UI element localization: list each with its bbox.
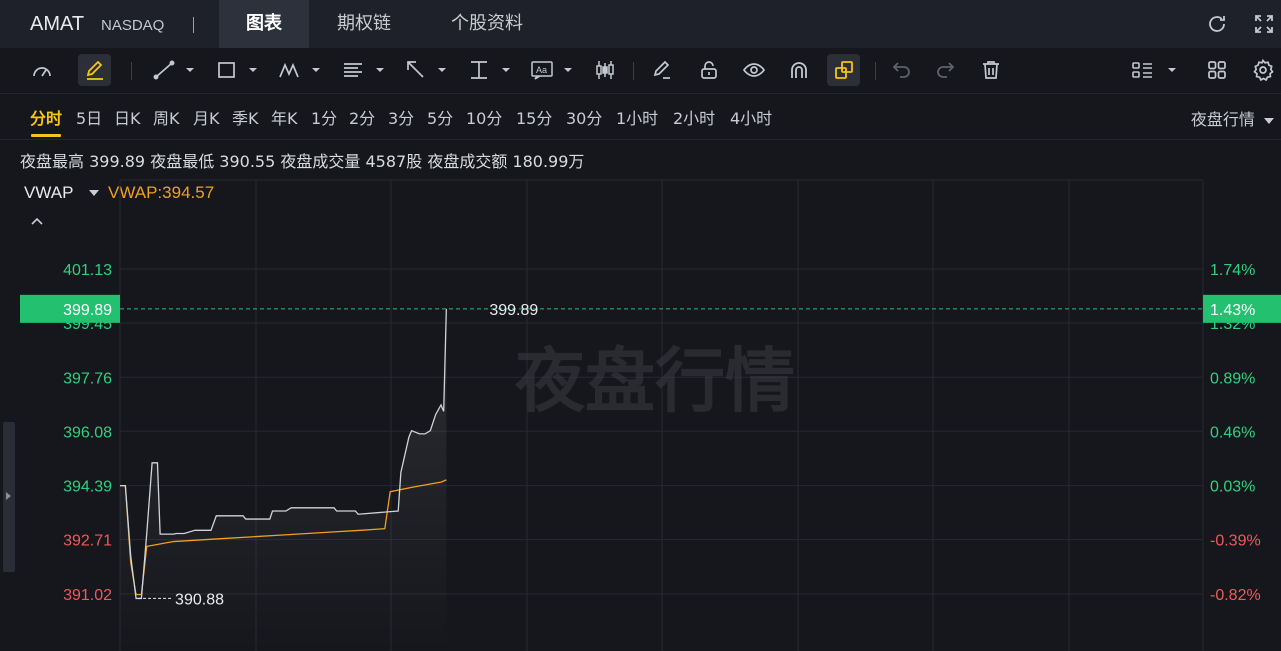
period-5d[interactable]: 5日 (76, 105, 102, 129)
pattern-icon[interactable] (276, 54, 324, 86)
fibonacci-icon[interactable] (340, 54, 388, 86)
arrow-icon[interactable] (402, 54, 450, 86)
chevron-down-icon[interactable] (89, 190, 99, 196)
price-area (120, 308, 447, 651)
period-selector: 分时 5日 日K 周K 月K 季K 年K 1分 2分 3分 5分 10分 15分… (0, 94, 1281, 140)
exchange-name: NASDAQ (101, 17, 165, 34)
period-daily[interactable]: 日K (114, 105, 141, 129)
current-pct-badge (1203, 294, 1281, 323)
high-label: 夜盘最高 (20, 152, 85, 171)
vwap-value: VWAP:394.57 (108, 183, 215, 202)
drawing-toolbar: Aa (0, 48, 1281, 94)
chart-watermark: 夜盘行情 (514, 340, 795, 422)
chart-series (120, 308, 447, 651)
turnover-label: 夜盘成交额 (427, 152, 508, 171)
y-tick-pct-label: -0.39% (1210, 533, 1261, 550)
grid-icon[interactable] (1201, 54, 1233, 86)
toolbar-divider (633, 62, 634, 80)
candlestick-icon[interactable] (590, 54, 620, 86)
eye-icon[interactable] (738, 54, 770, 86)
y-tick-pct-label: 0.46% (1210, 424, 1255, 441)
period-30min[interactable]: 30分 (566, 105, 602, 129)
y-tick-pct-label: 0.89% (1210, 370, 1255, 387)
y-tick-label: 399.45 (63, 316, 112, 333)
price-line (120, 308, 447, 600)
y-tick-label: 396.08 (63, 424, 112, 441)
turnover-value: 180.99万 (512, 152, 585, 171)
session-stats: 夜盘最高 399.89 夜盘最低 390.55 夜盘成交量 4587股 夜盘成交… (20, 148, 584, 172)
header-divider (193, 17, 194, 33)
text-tool-label: Aa (536, 65, 547, 75)
y-tick-label: 401.13 (63, 262, 112, 279)
lock-icon[interactable] (693, 54, 725, 86)
period-2hour[interactable]: 2小时 (673, 105, 715, 129)
y-tick-pct-label: 1.32% (1210, 316, 1255, 333)
period-intraday[interactable]: 分时 (30, 105, 62, 137)
eraser-icon[interactable] (646, 54, 678, 86)
period-10min[interactable]: 10分 (466, 105, 502, 129)
link-mode-icon[interactable] (827, 54, 860, 86)
chart-grid (119, 179, 1204, 651)
current-pct-label: 1.43% (1210, 302, 1255, 319)
ticker-symbol: AMAT (30, 13, 85, 35)
vwap-line (120, 479, 447, 596)
tab-chart[interactable]: 图表 (219, 0, 309, 48)
period-2min[interactable]: 2分 (349, 105, 375, 129)
session-dropdown[interactable]: 夜盘行情 (1191, 106, 1274, 130)
period-15min[interactable]: 15分 (516, 105, 552, 129)
period-1min[interactable]: 1分 (311, 105, 337, 129)
current-price-label: 399.89 (63, 302, 112, 319)
period-3min[interactable]: 3分 (388, 105, 414, 129)
settings-icon[interactable] (1248, 54, 1278, 86)
y-tick-pct-label: -0.82% (1210, 587, 1261, 604)
session-select-label: 夜盘行情 (1190, 110, 1255, 129)
rectangle-icon[interactable] (213, 54, 261, 86)
y-tick-label: 397.76 (63, 370, 112, 387)
y-tick-label: 392.71 (63, 533, 112, 550)
redo-icon[interactable] (930, 54, 960, 86)
current-price-badge (20, 294, 120, 323)
period-monthly[interactable]: 月K (193, 105, 220, 129)
fullscreen-icon[interactable] (1251, 12, 1277, 38)
period-5min[interactable]: 5分 (427, 105, 453, 129)
indicator-selector[interactable]: VWAP (24, 183, 73, 203)
y-tick-label: 391.02 (63, 587, 112, 604)
magnet-icon[interactable] (783, 54, 815, 86)
volume-value: 4587股 (365, 152, 423, 171)
top-bar: AMAT NASDAQ 图表 期权链 个股资料 (0, 0, 1281, 48)
period-4hour[interactable]: 4小时 (730, 105, 772, 129)
refresh-icon[interactable] (1204, 12, 1230, 38)
y-tick-pct-label: 0.03% (1210, 479, 1255, 496)
volume-label: 夜盘成交量 (280, 152, 361, 171)
undo-icon[interactable] (887, 54, 917, 86)
toolbar-divider (875, 62, 876, 80)
measure-icon[interactable] (466, 54, 514, 86)
y-tick-pct-label: 1.74% (1210, 262, 1255, 279)
trash-icon[interactable] (976, 54, 1006, 86)
indicator-gauge-icon[interactable] (26, 54, 58, 86)
high-value: 399.89 (89, 152, 146, 171)
high-price-annotation: 399.89 (489, 302, 538, 319)
low-price-annotation: 390.88 (175, 591, 224, 608)
collapse-chevron-icon[interactable] (30, 214, 44, 230)
period-weekly[interactable]: 周K (153, 105, 180, 129)
chart-annotations: 399.89 1.43% 399.89 390.88 (20, 294, 1281, 608)
tab-company-profile[interactable]: 个股资料 (432, 0, 542, 48)
y-tick-label: 394.39 (63, 479, 112, 496)
toolbar-divider (131, 62, 132, 80)
text-annotation-icon[interactable]: Aa (528, 54, 576, 86)
side-panel-handle[interactable] (3, 422, 15, 572)
chevron-down-icon (1264, 117, 1274, 124)
layout-list-icon[interactable] (1128, 54, 1180, 86)
period-1hour[interactable]: 1小时 (616, 105, 658, 129)
low-label: 夜盘最低 (150, 152, 215, 171)
trend-line-icon[interactable] (150, 54, 198, 86)
y-axis-ticks: 401.13 1.74% 399.45 1.32% 397.76 0.89% 396.08 0… (63, 262, 1261, 604)
low-value: 390.55 (219, 152, 276, 171)
tab-option-chain[interactable]: 期权链 (318, 0, 410, 48)
period-yearly[interactable]: 年K (271, 105, 298, 129)
drawing-pencil-icon[interactable] (78, 54, 111, 86)
period-quarterly[interactable]: 季K (232, 105, 259, 129)
